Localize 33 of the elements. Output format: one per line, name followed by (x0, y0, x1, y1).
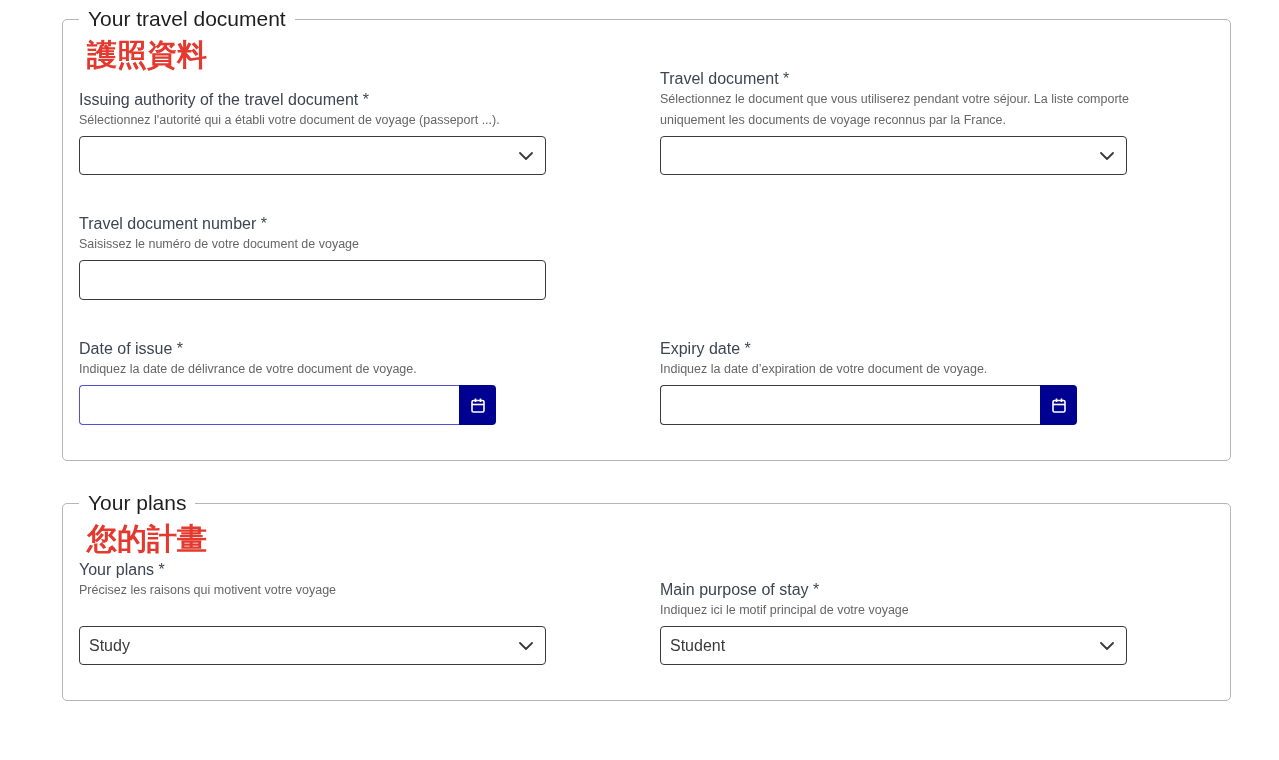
field-label: Your plans * (79, 560, 166, 580)
calendar-button[interactable] (1040, 385, 1077, 425)
dropdown-field[interactable]: Study (79, 626, 546, 665)
date-field[interactable] (660, 385, 1040, 425)
field-hint: Saisissez le numéro de votre document de voyage (79, 236, 361, 253)
section-legend: Your plans (79, 490, 196, 516)
calendar-button[interactable] (459, 385, 496, 425)
text-field[interactable] (79, 260, 546, 300)
calendar-icon (470, 397, 485, 413)
field-label: Travel document number * (79, 214, 268, 234)
section-legend: Your travel document (79, 6, 295, 32)
calendar-icon (1051, 397, 1066, 413)
dropdown-field[interactable] (660, 136, 1127, 175)
field-hint: Précisez les raisons qui motivent votre voyage (79, 582, 338, 599)
chevron-down-icon (1100, 641, 1114, 650)
field-hint: Indiquez ici le motif principal de votre voyage (660, 602, 910, 619)
chevron-down-icon (519, 151, 533, 160)
field-hint: Indiquez la date de délivrance de votre document de voyage. (79, 361, 418, 378)
field-hint: Indiquez la date d’expiration de votre document de voyage. (660, 361, 989, 378)
date-field[interactable] (79, 385, 459, 425)
field-hint: Sélectionnez le document que vous utiliserez pendant votre séjour. La liste comporte uniquement les documents de voyage reconnus par la France. (660, 91, 1131, 129)
field-hint: Sélectionnez l'autorité qui a établi votre document de voyage (passeport ...). (79, 112, 501, 129)
dropdown-field[interactable]: Student (660, 626, 1127, 665)
chevron-down-icon (519, 641, 533, 650)
annotation-text: 您的計畫 (87, 522, 207, 556)
field-label: Date of issue * (79, 339, 185, 359)
chevron-down-icon (1100, 151, 1114, 160)
dropdown-field[interactable] (79, 136, 546, 175)
field-label: Issuing authority of the travel document * (79, 90, 370, 110)
field-label: Expiry date * (660, 339, 752, 359)
annotation-text: 護照資料 (87, 38, 207, 72)
field-label: Main purpose of stay * (660, 580, 821, 600)
field-label: Travel document * (660, 69, 791, 89)
